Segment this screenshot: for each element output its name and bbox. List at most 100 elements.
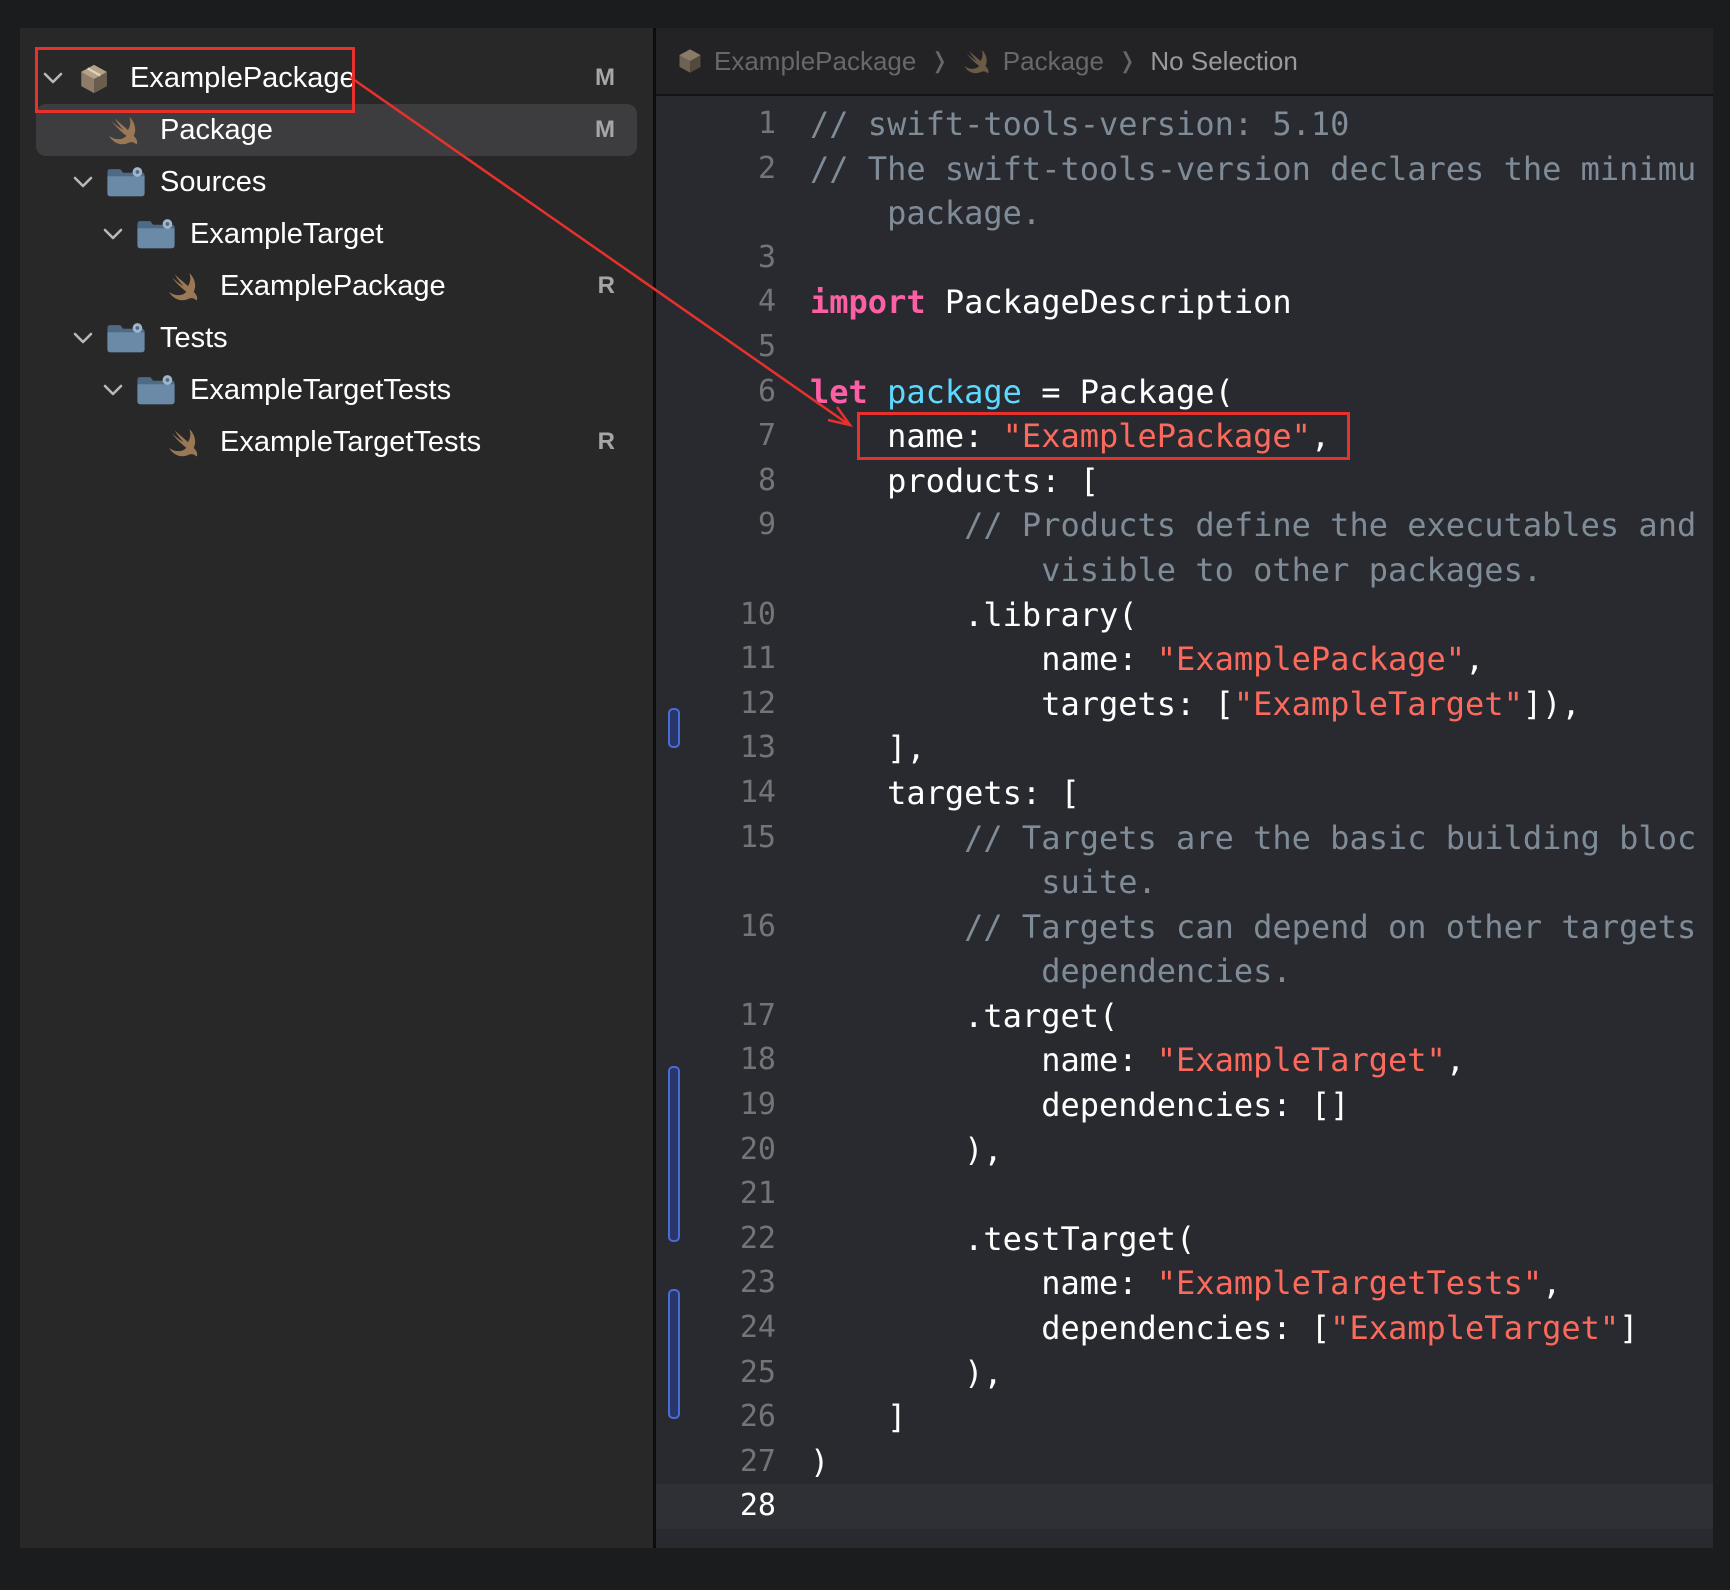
disclosure-chevron-icon[interactable] — [102, 379, 124, 401]
navigator-row[interactable]: Tests — [36, 312, 637, 364]
code-line[interactable]: 4 import PackageDescription — [656, 280, 1713, 325]
line-number: 2 — [757, 150, 776, 186]
chevron-right-icon: ❭ — [930, 48, 949, 73]
code-line[interactable]: 18 name: "ExampleTarget", — [656, 1038, 1713, 1083]
disclosure-chevron-icon[interactable] — [72, 171, 94, 193]
code-line[interactable]: 26 ] — [656, 1395, 1713, 1440]
code-line[interactable]: 8 products: [ — [656, 459, 1713, 504]
code-text: targets: [ — [810, 773, 1080, 812]
jump-bar: ExamplePackage ❭ Package ❭ No Selection — [656, 28, 1713, 96]
code-line[interactable]: 23 name: "ExampleTargetTests", — [656, 1261, 1713, 1306]
disclosure-chevron-icon[interactable] — [102, 223, 124, 245]
swift-file-icon — [166, 426, 202, 458]
navigator-row[interactable]: Package M — [36, 104, 637, 156]
code-line[interactable]: 5 — [656, 325, 1713, 370]
code-area[interactable]: 1 // swift-tools-version: 5.10 2 // The swi… — [656, 102, 1713, 1529]
code-line[interactable]: 14 targets: [ — [656, 771, 1713, 816]
navigator-row[interactable]: ExamplePackage R — [36, 260, 637, 312]
code-line[interactable]: dependencies. — [656, 949, 1713, 994]
xcode-window: ExamplePackage M Package M Sources ExampleTar… — [20, 28, 1713, 1548]
jumpbar-crumb-symbol[interactable]: No Selection — [1150, 46, 1297, 77]
change-indicator[interactable] — [668, 708, 680, 748]
source-editor: ExamplePackage ❭ Package ❭ No Selection … — [656, 28, 1713, 1548]
navigator-row[interactable]: ExampleTargetTests — [36, 364, 637, 416]
code-text: package. — [810, 194, 1042, 233]
code-text: ), — [810, 1353, 1003, 1392]
code-line[interactable]: 12 targets: ["ExampleTarget"]), — [656, 682, 1713, 727]
code-text: name: "ExamplePackage", — [810, 417, 1331, 456]
swift-icon — [964, 49, 989, 74]
code-text: import PackageDescription — [810, 283, 1292, 322]
code-line[interactable]: 7 name: "ExamplePackage", — [656, 414, 1713, 459]
navigator-item-label: Package — [160, 113, 273, 146]
jumpbar-crumb-label: No Selection — [1150, 45, 1298, 76]
jumpbar-crumb-label: ExamplePackage — [714, 45, 917, 76]
line-number: 17 — [739, 997, 776, 1033]
code-text: products: [ — [810, 461, 1099, 500]
jumpbar-crumb-package[interactable]: ExamplePackage — [676, 46, 916, 77]
code-text: // The swift-tools-version declares the … — [810, 149, 1697, 188]
code-line[interactable]: 17 .target( — [656, 994, 1713, 1039]
navigator-row[interactable]: ExampleTargetTests R — [36, 416, 637, 468]
code-line[interactable]: suite. — [656, 860, 1713, 905]
navigator-item-label: ExampleTarget — [190, 217, 384, 250]
code-line[interactable]: 11 name: "ExamplePackage", — [656, 637, 1713, 682]
line-number: 27 — [739, 1443, 776, 1479]
jumpbar-crumb-file[interactable]: Package — [963, 46, 1104, 77]
line-number: 3 — [757, 239, 776, 275]
line-number: 10 — [739, 596, 776, 632]
code-line[interactable]: 16 // Targets can depend on other target… — [656, 905, 1713, 950]
code-text: // Targets are the basic building bloc — [810, 818, 1697, 857]
line-number: 14 — [739, 774, 776, 810]
navigator-item-label: ExamplePackage — [130, 61, 356, 94]
code-line[interactable]: 2 // The swift-tools-version declares the… — [656, 147, 1713, 192]
code-line[interactable]: 15 // Targets are the basic building blo… — [656, 816, 1713, 861]
swift-file-icon — [166, 270, 202, 302]
project-navigator: ExamplePackage M Package M Sources ExampleTar… — [20, 28, 653, 1548]
folder-icon — [106, 322, 145, 354]
file-tree: ExamplePackage M Package M Sources ExampleTar… — [20, 52, 653, 468]
line-number: 11 — [739, 641, 776, 677]
navigator-item-label: ExamplePackage — [220, 269, 446, 302]
line-number: 4 — [757, 284, 776, 320]
code-line[interactable]: 24 dependencies: ["ExampleTarget"] — [656, 1306, 1713, 1351]
line-number: 28 — [739, 1488, 776, 1524]
navigator-row[interactable]: ExamplePackage M — [36, 52, 637, 104]
code-line[interactable]: 28 — [656, 1484, 1713, 1529]
code-line[interactable]: 27) — [656, 1440, 1713, 1485]
code-text: dependencies: [] — [810, 1086, 1350, 1125]
navigator-row[interactable]: Sources — [36, 156, 637, 208]
code-text: let package = Package( — [810, 372, 1234, 411]
folder-icon — [106, 166, 145, 198]
code-text: .library( — [810, 595, 1138, 634]
code-line[interactable]: 20 ), — [656, 1128, 1713, 1173]
code-text: .testTarget( — [810, 1219, 1196, 1258]
line-number: 1 — [757, 106, 776, 141]
change-indicator[interactable] — [668, 1066, 680, 1242]
disclosure-chevron-icon[interactable] — [42, 67, 64, 89]
swift-file-icon — [106, 114, 142, 146]
code-line[interactable]: 1 // swift-tools-version: 5.10 — [656, 102, 1713, 147]
change-indicator[interactable] — [668, 1289, 680, 1419]
package-icon — [679, 49, 701, 73]
code-line[interactable]: visible to other packages. — [656, 548, 1713, 593]
code-line[interactable]: 3 — [656, 236, 1713, 281]
chevron-right-icon: ❭ — [1117, 48, 1137, 73]
source-control-status-badge: M — [595, 116, 615, 143]
code-line[interactable]: 22 .testTarget( — [656, 1217, 1713, 1262]
code-line[interactable]: 25 ), — [656, 1351, 1713, 1396]
disclosure-chevron-icon[interactable] — [72, 327, 94, 349]
code-text: ), — [810, 1130, 1003, 1169]
code-line[interactable]: package. — [656, 191, 1713, 236]
code-line[interactable]: 6 let package = Package( — [656, 370, 1713, 415]
code-line[interactable]: 10 .library( — [656, 593, 1713, 638]
code-line[interactable]: 13 ], — [656, 726, 1713, 771]
code-line[interactable]: 9 // Products define the executables and — [656, 503, 1713, 548]
navigator-row[interactable]: ExampleTarget — [36, 208, 637, 260]
code-line[interactable]: 21 — [656, 1172, 1713, 1217]
line-number: 16 — [739, 908, 776, 944]
code-text: ] — [810, 1398, 907, 1437]
code-text: targets: ["ExampleTarget"]), — [810, 684, 1581, 723]
line-number: 15 — [739, 819, 776, 855]
code-line[interactable]: 19 dependencies: [] — [656, 1083, 1713, 1128]
